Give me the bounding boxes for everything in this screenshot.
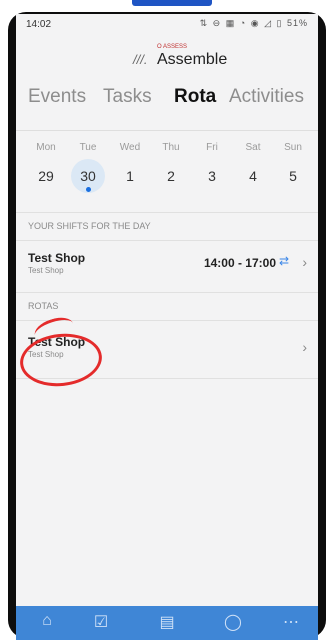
section-label-rotas: ROTAS (16, 292, 318, 318)
wifi-icon: ◔ (239, 18, 247, 28)
day-date: 5 (289, 168, 297, 184)
location-icon: ◉ (250, 18, 260, 28)
sync-icon: ⇅ (199, 18, 209, 28)
day-of-week: Tue (79, 142, 97, 153)
bottom-nav: ⌂ ☑ ▤ ◯ ⋯ (16, 606, 318, 640)
chevron-right-icon[interactable]: › (302, 339, 307, 355)
day-of-week: Thu (162, 142, 180, 153)
day-date: 4 (249, 168, 257, 184)
day-of-week: Wed (119, 142, 141, 153)
logo-brand-name: Assemble (157, 51, 228, 68)
main-tabs: Events Tasks Rota Activities (16, 86, 318, 120)
day-wed[interactable]: Wed 1 (111, 134, 149, 193)
chevron-right-icon[interactable]: › (302, 254, 307, 270)
minus-circle-icon: ⊖ (212, 18, 222, 28)
day-of-week: Sat (245, 142, 261, 153)
day-fri[interactable]: Fri 3 (193, 134, 231, 193)
selected-date-highlight: 30 (71, 159, 105, 193)
tab-rota[interactable]: Rota (174, 86, 216, 108)
day-thu[interactable]: Thu 2 (152, 134, 190, 193)
home-icon[interactable]: ⌂ (32, 612, 62, 630)
day-sun[interactable]: Sun 5 (274, 134, 312, 193)
status-bar: 14:02 ⇅ ⊖ ▦ ◔ ◉ ◿ ▯ 51% (16, 14, 318, 38)
day-date: 3 (208, 168, 216, 184)
repeat-icon: ⇄ (278, 254, 289, 268)
tab-activities[interactable]: Activities (229, 86, 304, 108)
day-of-week: Sun (284, 142, 302, 153)
logo-mark-icon: ///. (133, 52, 148, 67)
shift-time: 14:00 - 17:00 (203, 256, 276, 270)
day-date: 30 (80, 168, 96, 184)
tab-tasks[interactable]: Tasks (103, 86, 152, 108)
day-date: 29 (38, 168, 54, 184)
logo-brand-top: O ASSESS (157, 44, 188, 50)
section-label-shifts: YOUR SHIFTS FOR THE DAY (16, 212, 318, 238)
day-date: 1 (126, 168, 134, 184)
nfc-icon: ▦ (225, 18, 236, 28)
event-dot (86, 187, 91, 192)
battery-text: 51% (286, 18, 308, 28)
shift-title: Test Shop (28, 251, 86, 265)
top-banner-accent (132, 0, 212, 6)
status-time: 14:02 (26, 19, 52, 30)
tab-events[interactable]: Events (28, 86, 86, 108)
chat-bubble-icon[interactable]: ◯ (218, 612, 248, 632)
status-icons: ⇅ ⊖ ▦ ◔ ◉ ◿ ▯ 51% (199, 18, 308, 29)
top-banner (0, 0, 334, 12)
app-logo: ///. O ASSESS Assemble (129, 38, 229, 74)
more-icon[interactable]: ⋯ (276, 612, 306, 632)
day-date: 2 (167, 168, 175, 184)
signal-icon: ◿ (264, 18, 272, 28)
day-of-week: Fri (206, 142, 218, 153)
shift-subtitle: Test Shop (28, 266, 64, 275)
day-mon[interactable]: Mon 29 (27, 134, 65, 193)
battery-icon: ▯ (276, 18, 283, 28)
day-tue[interactable]: Tue 30 (69, 134, 107, 193)
day-of-week: Mon (36, 142, 56, 153)
day-sat[interactable]: Sat 4 (234, 134, 272, 193)
tasks-check-icon[interactable]: ☑ (86, 612, 116, 632)
phone-screen: 14:02 ⇅ ⊖ ▦ ◔ ◉ ◿ ▯ 51% ///. O ASSESS As… (16, 14, 318, 640)
shift-row[interactable]: Test Shop Test Shop 14:00 - 17:00 ⇄ › (16, 240, 318, 289)
week-strip: Mon 29 Tue 30 Wed 1 Thu 2 Fri 3 Sat 4 Su… (16, 134, 318, 208)
tabs-divider (16, 130, 318, 131)
calendar-grid-icon[interactable]: ▤ (152, 612, 182, 632)
